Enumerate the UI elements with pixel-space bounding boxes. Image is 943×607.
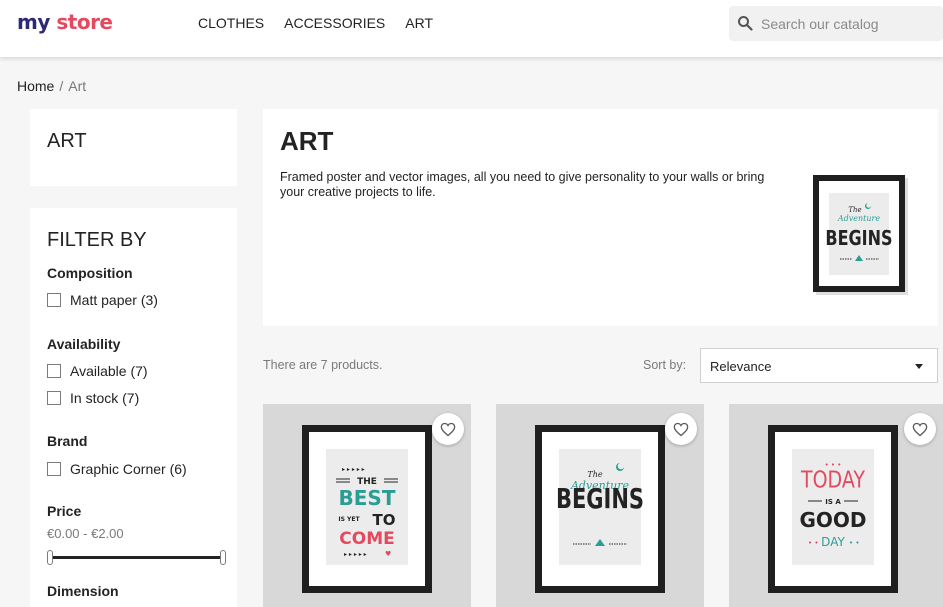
poster-text: BEGINS (825, 227, 892, 250)
facet-title-brand: Brand (47, 433, 88, 449)
page-title: ART (280, 126, 334, 156)
heart-icon (912, 422, 928, 437)
facet-title-composition: Composition (47, 265, 133, 281)
category-header: ART Framed poster and vector images, all… (263, 109, 938, 326)
price-range-value: €0.00 - €2.00 (47, 526, 124, 541)
poster-text: Adventure (837, 214, 880, 223)
svg-text:♥: ♥ (385, 550, 391, 558)
poster-text: IS A (825, 498, 841, 506)
poster-text: BEST (339, 486, 396, 510)
checkbox[interactable] (47, 293, 61, 307)
search-icon[interactable] (737, 15, 753, 31)
product-count: There are 7 products. (263, 358, 383, 372)
svg-text:• •: • • (808, 539, 818, 547)
wishlist-button[interactable] (432, 413, 464, 445)
filter-option-label: In stock (7) (70, 390, 140, 406)
poster-text: The (848, 206, 861, 214)
filter-panel: FILTER BY Composition Matt paper (3) Ava… (30, 208, 237, 607)
logo-text-store: store (56, 10, 113, 34)
filter-option-available[interactable]: Available (7) (47, 363, 148, 379)
product-card[interactable]: The Adventure BEGINS (496, 404, 704, 607)
nav-item-art[interactable]: ART (405, 15, 433, 31)
breadcrumb-home[interactable]: Home (17, 78, 54, 94)
product-card[interactable]: • • • TODAY IS A GOOD DAY • • • • (729, 404, 943, 607)
product-image[interactable]: The Adventure BEGINS (535, 425, 665, 593)
logo-text-my: my (17, 10, 50, 34)
sort-select-value: Relevance (710, 359, 772, 374)
checkbox[interactable] (47, 462, 61, 476)
breadcrumb-separator: / (59, 78, 64, 94)
filter-option-label: Matt paper (3) (70, 292, 158, 308)
heart-icon (440, 422, 456, 437)
filter-option-matt-paper[interactable]: Matt paper (3) (47, 292, 158, 308)
facet-title-price: Price (47, 503, 82, 519)
filter-option-in-stock[interactable]: In stock (7) (47, 390, 139, 406)
checkbox[interactable] (47, 391, 61, 405)
facet-title-availability: Availability (47, 336, 121, 352)
category-tree-title[interactable]: ART (47, 130, 87, 153)
poster-text: TODAY (800, 467, 865, 493)
breadcrumb-current[interactable]: Art (68, 78, 86, 94)
nav-item-clothes[interactable]: CLOTHES (198, 15, 264, 31)
checkbox[interactable] (47, 364, 61, 378)
product-card[interactable]: ▸ ▸ ▸ ▸ ▸ THE BEST IS YET TO COME ▸ ▸ ▸ … (263, 404, 471, 607)
price-slider-min-handle[interactable] (47, 550, 53, 565)
poster-text: The (587, 470, 602, 479)
sort-label: Sort by: (643, 358, 687, 372)
facet-title-dimension: Dimension (47, 583, 119, 599)
filter-title: FILTER BY (47, 229, 147, 251)
product-image[interactable]: • • • TODAY IS A GOOD DAY • • • • (768, 425, 898, 593)
poster-text: IS YET (338, 516, 360, 523)
category-tree-block: ART (30, 109, 237, 186)
poster-text: COME (339, 529, 394, 549)
svg-text:▸ ▸ ▸ ▸ ▸: ▸ ▸ ▸ ▸ ▸ (344, 551, 367, 558)
poster-text: BEGINS (556, 482, 644, 515)
wishlist-button[interactable] (665, 413, 697, 445)
site-header: my store CLOTHES ACCESSORIES ART (0, 0, 943, 57)
price-slider-max-handle[interactable] (220, 550, 226, 565)
sort-select[interactable]: Relevance (700, 348, 938, 383)
caret-down-icon (915, 364, 923, 369)
category-cover-image: The Adventure BEGINS (813, 175, 908, 295)
poster-text: TO (373, 511, 396, 529)
wishlist-button[interactable] (904, 413, 936, 445)
svg-text:• •: • • (849, 539, 859, 547)
main-nav: CLOTHES ACCESSORIES ART (198, 15, 433, 31)
product-image[interactable]: ▸ ▸ ▸ ▸ ▸ THE BEST IS YET TO COME ▸ ▸ ▸ … (302, 425, 432, 593)
svg-text:▸ ▸ ▸ ▸ ▸: ▸ ▸ ▸ ▸ ▸ (342, 466, 365, 473)
filter-option-graphic-corner[interactable]: Graphic Corner (6) (47, 461, 187, 477)
poster-text: DAY (821, 535, 845, 549)
nav-item-accessories[interactable]: ACCESSORIES (284, 15, 385, 31)
category-description: Framed poster and vector images, all you… (280, 170, 765, 199)
heart-icon (673, 422, 689, 437)
poster-text: GOOD (799, 508, 866, 532)
filter-option-label: Available (7) (70, 363, 148, 379)
breadcrumb: Home / Art (17, 78, 86, 94)
price-slider[interactable] (47, 550, 226, 565)
filter-option-label: Graphic Corner (6) (70, 461, 187, 477)
price-slider-track (50, 556, 223, 559)
search-input[interactable] (761, 6, 941, 41)
search-box (729, 6, 943, 41)
store-logo[interactable]: my store (17, 10, 113, 34)
